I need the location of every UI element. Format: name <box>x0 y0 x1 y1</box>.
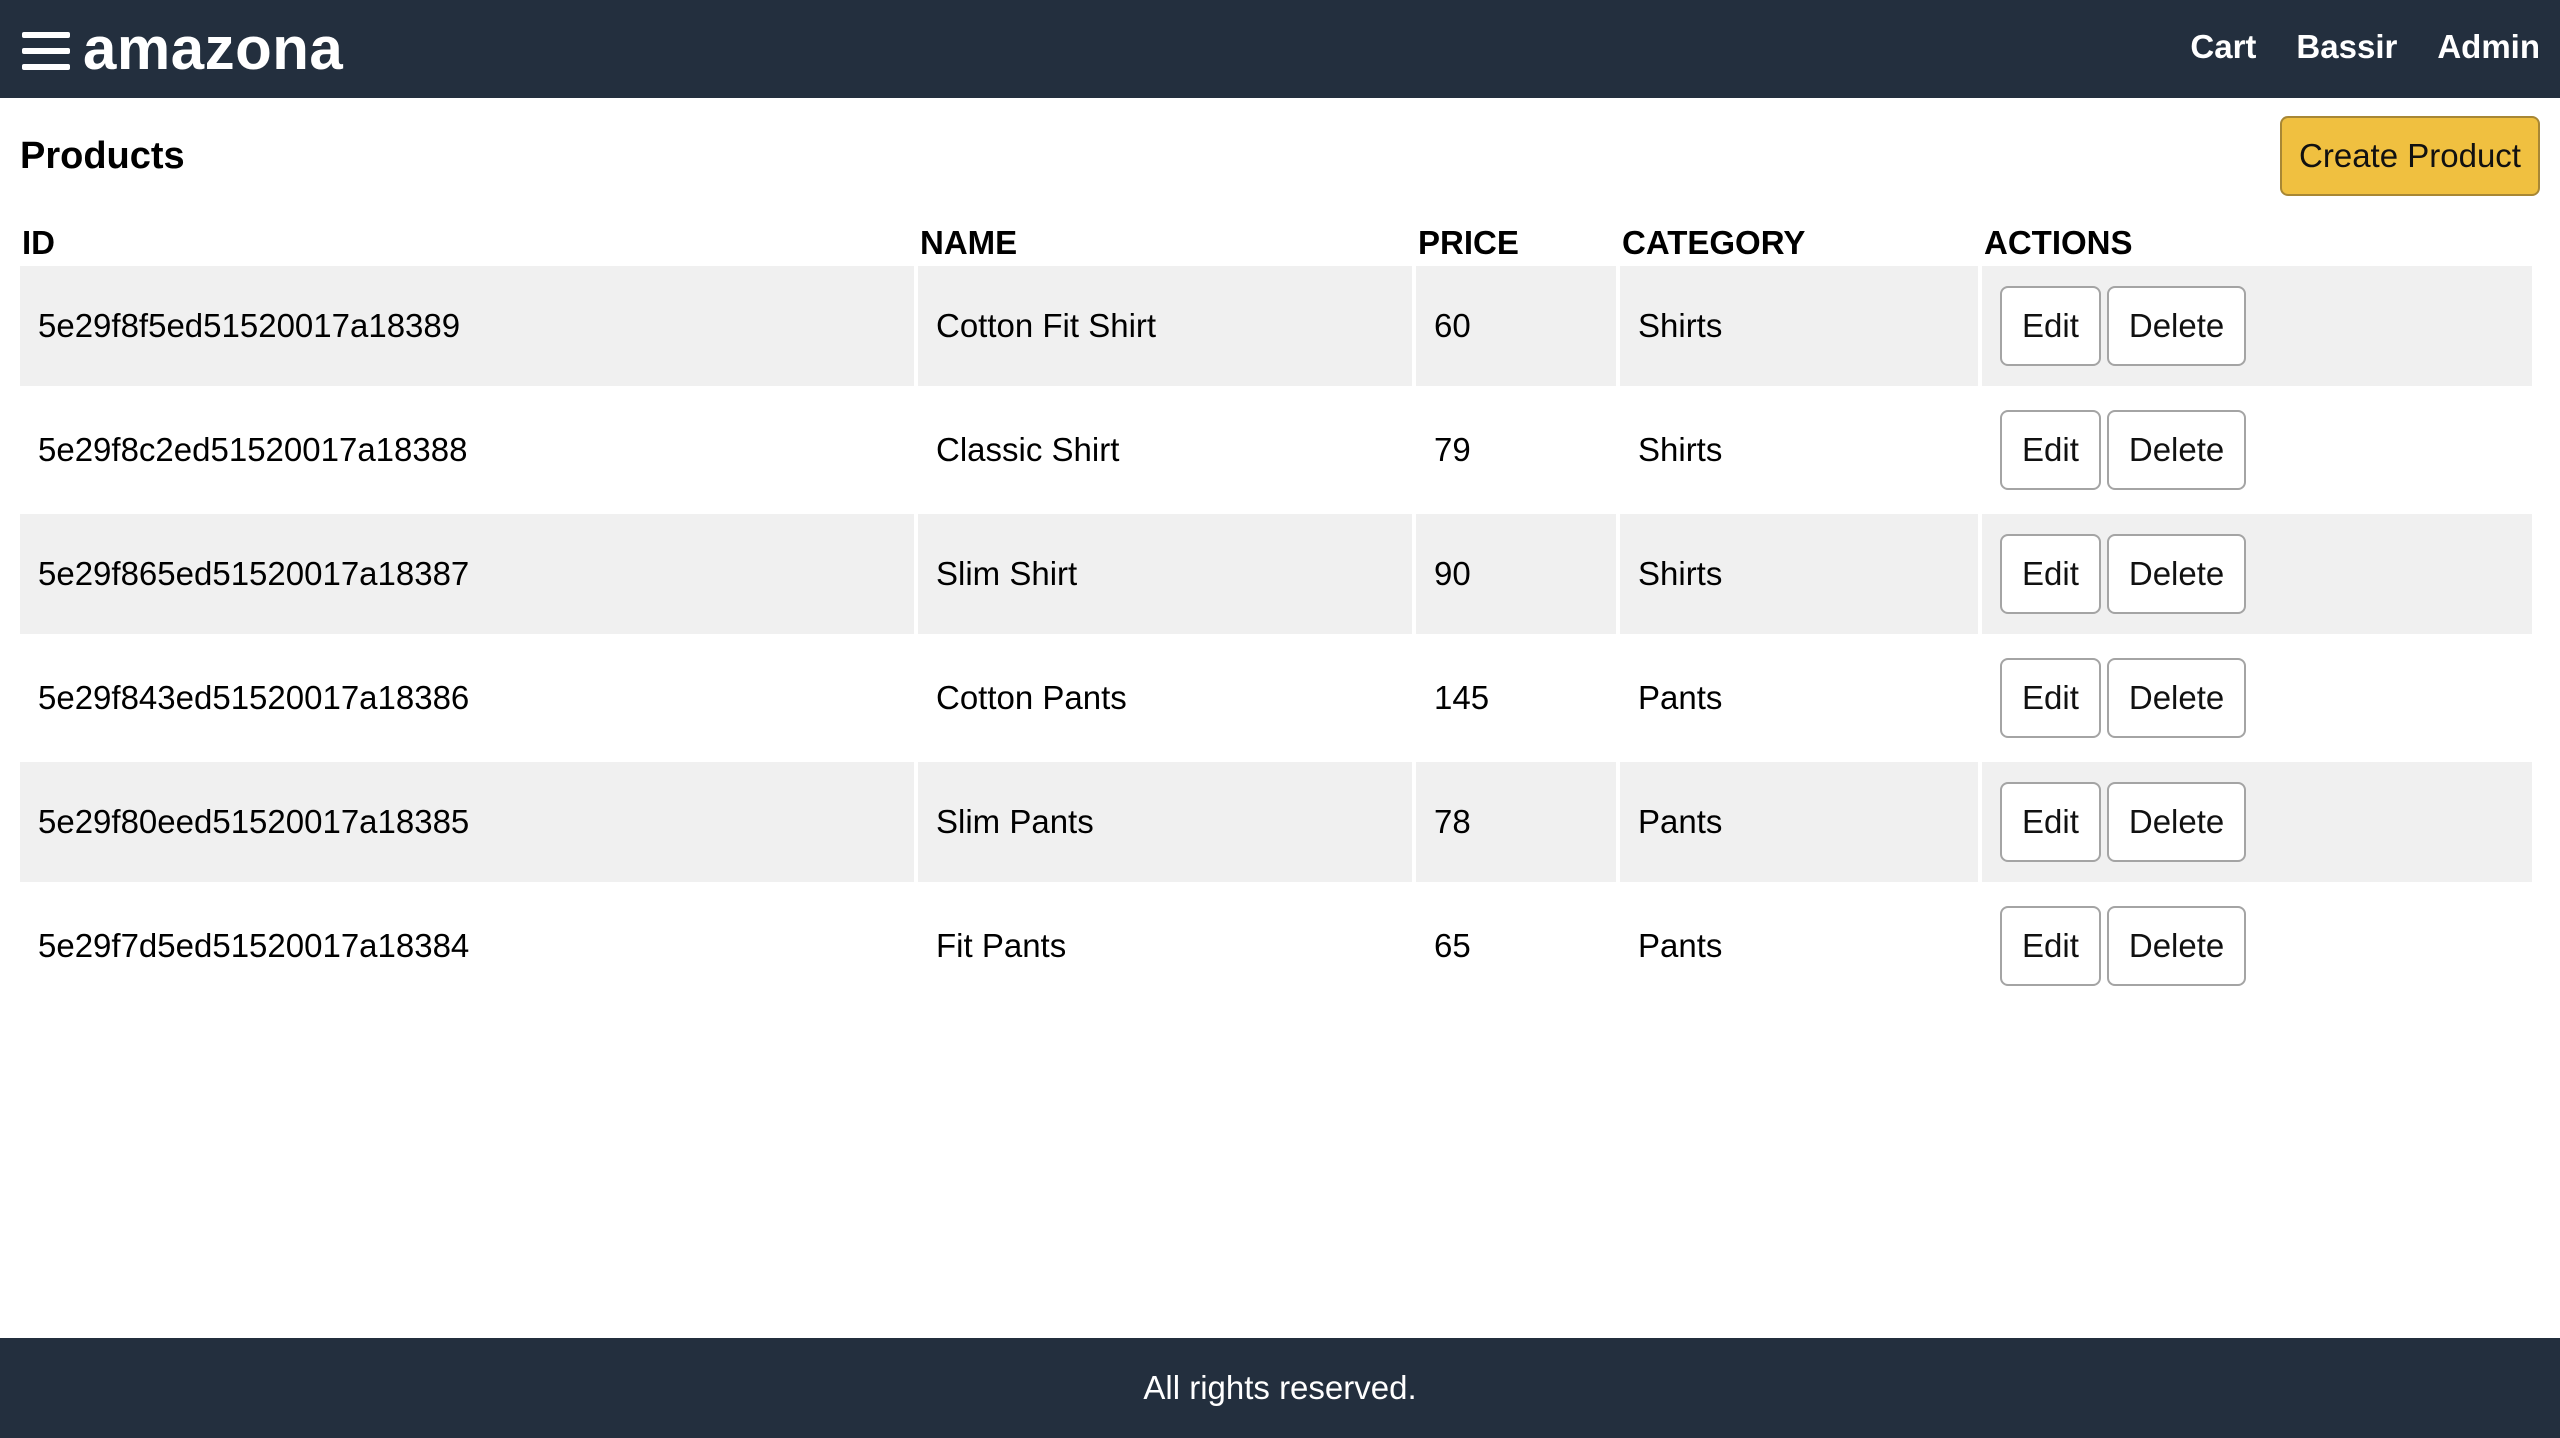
cell-name: Slim Shirt <box>918 514 1412 634</box>
delete-button[interactable]: Delete <box>2106 286 2247 366</box>
table-row: 5e29f7d5ed51520017a18384 Fit Pants 65 Pa… <box>20 886 2532 1006</box>
edit-button[interactable]: Edit <box>2000 286 2101 366</box>
hamburger-menu-icon[interactable] <box>22 32 70 72</box>
cell-id: 5e29f865ed51520017a18387 <box>20 514 914 634</box>
cell-actions: Edit Delete <box>1982 762 2532 882</box>
nav-cart-link[interactable]: Cart <box>2190 24 2256 70</box>
cell-id: 5e29f80eed51520017a18385 <box>20 762 914 882</box>
nav-user-link[interactable]: Bassir <box>2296 24 2397 70</box>
cell-price: 79 <box>1434 431 1471 468</box>
cell-price: 78 <box>1416 762 1616 882</box>
delete-button[interactable]: Delete <box>2106 534 2247 614</box>
delete-button[interactable]: Delete <box>2106 658 2247 738</box>
column-header-id: ID <box>22 224 55 261</box>
app-root: amazona Cart Bassir Admin Products Creat… <box>0 0 2560 1438</box>
cell-category: Pants <box>1638 679 1723 716</box>
header-nav: Cart Bassir Admin <box>2190 24 2540 70</box>
cell-id: 5e29f7d5ed51520017a18384 <box>38 927 470 964</box>
table-row: 5e29f80eed51520017a18385 Slim Pants 78 P… <box>20 762 2532 882</box>
menu-bar <box>22 48 70 54</box>
cell-name: Cotton Fit Shirt <box>918 266 1412 386</box>
create-product-button[interactable]: Create Product <box>2280 116 2540 196</box>
table-head: ID NAME PRICE CATEGORY ACTIONS <box>20 212 2532 262</box>
cell-category: Shirts <box>1620 266 1978 386</box>
cell-name: Fit Pants <box>936 927 1067 964</box>
edit-button[interactable]: Edit <box>2000 534 2101 614</box>
top-header: amazona Cart Bassir Admin <box>0 0 2560 98</box>
cell-price: 90 <box>1416 514 1616 634</box>
delete-button[interactable]: Delete <box>2106 782 2247 862</box>
menu-bar <box>22 64 70 70</box>
cell-category: Shirts <box>1638 431 1723 468</box>
cell-actions: Edit Delete <box>1982 514 2532 634</box>
cell-id: 5e29f843ed51520017a18386 <box>38 679 470 716</box>
cell-actions: Edit Delete <box>1982 638 2532 758</box>
table-body: 5e29f8f5ed51520017a18389 Cotton Fit Shir… <box>20 266 2532 1006</box>
cell-name: Classic Shirt <box>936 431 1120 468</box>
nav-admin-link[interactable]: Admin <box>2437 24 2540 70</box>
table-row: 5e29f8f5ed51520017a18389 Cotton Fit Shir… <box>20 266 2532 386</box>
cell-name: Cotton Pants <box>936 679 1127 716</box>
edit-button[interactable]: Edit <box>2000 906 2101 986</box>
table-row: 5e29f843ed51520017a18386 Cotton Pants 14… <box>20 638 2532 758</box>
column-header-category: CATEGORY <box>1622 224 1806 261</box>
products-table: ID NAME PRICE CATEGORY ACTIONS 5e29f8f5e… <box>16 208 2536 1010</box>
column-header-price: PRICE <box>1418 224 1519 261</box>
page-footer: All rights reserved. <box>0 1338 2560 1438</box>
cell-price: 145 <box>1434 679 1490 716</box>
page-title: Products <box>20 135 185 177</box>
cell-id: 5e29f8c2ed51520017a18388 <box>38 431 468 468</box>
brand-logo-link[interactable]: amazona <box>83 16 343 82</box>
menu-bar <box>22 32 70 38</box>
delete-button[interactable]: Delete <box>2106 410 2247 490</box>
cell-category: Pants <box>1620 762 1978 882</box>
table-row: 5e29f865ed51520017a18387 Slim Shirt 90 S… <box>20 514 2532 634</box>
table-header-row: ID NAME PRICE CATEGORY ACTIONS <box>20 212 2532 262</box>
cell-price: 65 <box>1434 927 1471 964</box>
cell-name: Slim Pants <box>918 762 1412 882</box>
cell-category: Pants <box>1638 927 1723 964</box>
column-header-actions: ACTIONS <box>1984 224 2133 261</box>
edit-button[interactable]: Edit <box>2000 782 2101 862</box>
column-header-name: NAME <box>920 224 1018 261</box>
cell-actions: Edit Delete <box>1982 390 2532 510</box>
cell-id: 5e29f8f5ed51520017a18389 <box>20 266 914 386</box>
footer-text: All rights reserved. <box>1143 1369 1417 1406</box>
cell-category: Shirts <box>1620 514 1978 634</box>
table-row: 5e29f8c2ed51520017a18388 Classic Shirt 7… <box>20 390 2532 510</box>
cell-actions: Edit Delete <box>1982 886 2532 1006</box>
cell-price: 60 <box>1416 266 1616 386</box>
delete-button[interactable]: Delete <box>2106 906 2247 986</box>
cell-actions: Edit Delete <box>1982 266 2532 386</box>
edit-button[interactable]: Edit <box>2000 410 2101 490</box>
edit-button[interactable]: Edit <box>2000 658 2101 738</box>
